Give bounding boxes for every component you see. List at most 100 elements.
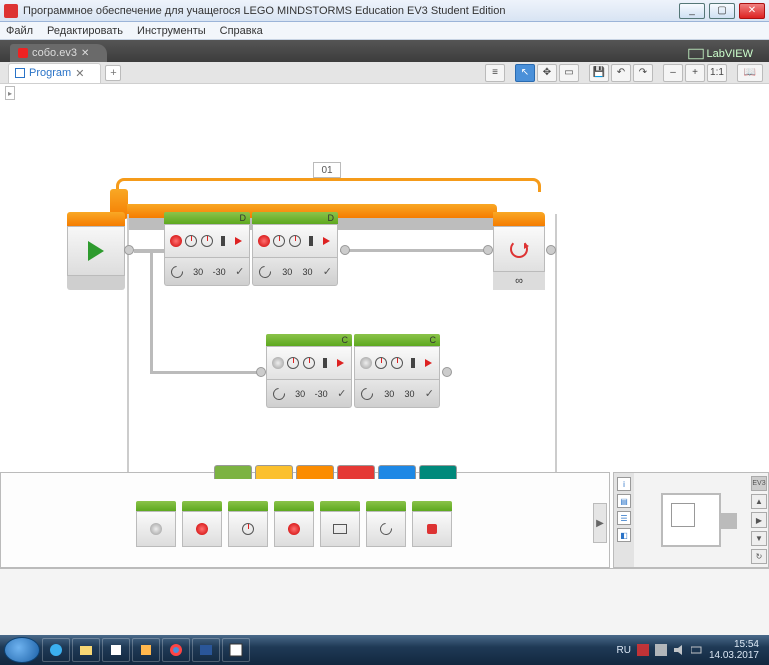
- menu-file[interactable]: Файл: [6, 25, 33, 37]
- param-3[interactable]: ✓: [337, 387, 346, 400]
- maximize-button[interactable]: ▢: [709, 3, 735, 19]
- system-tray: RU 15:54 14.03.2017: [616, 639, 765, 661]
- play-mini-icon: [235, 237, 242, 245]
- plug-loop-in[interactable]: [483, 245, 493, 255]
- motor-block-top-1[interactable]: D 30 -30 ✓: [164, 212, 250, 288]
- tray-network-icon[interactable]: [655, 644, 667, 656]
- hw-side-ports[interactable]: ▤: [617, 494, 631, 508]
- param-2[interactable]: -30: [315, 389, 328, 399]
- plug-bottom-out[interactable]: [442, 367, 452, 377]
- tray-volume-icon[interactable]: [673, 644, 685, 656]
- tray-flag-icon[interactable]: [637, 644, 649, 656]
- hw-side-available[interactable]: ◧: [617, 528, 631, 542]
- param-3[interactable]: ✓: [235, 265, 244, 278]
- menu-edit[interactable]: Редактировать: [47, 25, 123, 37]
- project-tab-close[interactable]: ✕: [81, 48, 89, 59]
- tool-zoom-in[interactable]: +: [685, 64, 705, 82]
- motor-icon: [360, 357, 372, 369]
- param-1[interactable]: 30: [193, 267, 203, 277]
- loop-label[interactable]: 01: [313, 162, 341, 178]
- param-1[interactable]: 30: [384, 389, 394, 399]
- palette-tab-flow[interactable]: [255, 465, 293, 479]
- palette-tab-data[interactable]: [337, 465, 375, 479]
- tool-redo[interactable]: ↷: [633, 64, 653, 82]
- palette-item-brick-led[interactable]: [412, 501, 452, 547]
- speed2-icon: [201, 235, 213, 247]
- palette-item-move-tank[interactable]: [274, 501, 314, 547]
- task-app-2[interactable]: [132, 638, 160, 662]
- palette-tab-myblocks[interactable]: [419, 465, 457, 479]
- wire-branch-v: [150, 251, 153, 371]
- tool-zoom-fit[interactable]: 1:1: [707, 64, 727, 82]
- canvas[interactable]: ▸ 01 D: [0, 84, 769, 569]
- param-2[interactable]: 30: [404, 389, 414, 399]
- hw-side-info[interactable]: i: [617, 477, 631, 491]
- close-button[interactable]: ✕: [739, 3, 765, 19]
- tray-clock[interactable]: 15:54 14.03.2017: [709, 639, 759, 661]
- wire-start: [134, 249, 164, 253]
- hw-side-brick[interactable]: ☰: [617, 511, 631, 525]
- task-chrome[interactable]: [162, 638, 190, 662]
- task-ie[interactable]: [42, 638, 70, 662]
- program-tab[interactable]: Program ✕: [8, 63, 101, 83]
- tool-pan[interactable]: ✥: [537, 64, 557, 82]
- project-tab[interactable]: собо.ev3 ✕: [10, 44, 107, 62]
- param-2[interactable]: 30: [302, 267, 312, 277]
- hw-refresh[interactable]: ↻: [751, 549, 767, 564]
- scroll-handle[interactable]: ▸: [5, 86, 15, 100]
- hw-side-tabs: i ▤ ☰ ◧: [614, 473, 634, 567]
- param-1[interactable]: 30: [282, 267, 292, 277]
- palette-item-move-steer[interactable]: [228, 501, 268, 547]
- task-ev3[interactable]: [222, 638, 250, 662]
- menu-tools[interactable]: Инструменты: [137, 25, 206, 37]
- tool-list[interactable]: ≡: [485, 64, 505, 82]
- add-tab-button[interactable]: +: [105, 65, 121, 81]
- palette-tab-action[interactable]: [214, 465, 252, 479]
- palette-tab-advanced[interactable]: [378, 465, 416, 479]
- port-label: C: [342, 335, 349, 345]
- palette-item-sound[interactable]: [366, 501, 406, 547]
- start-out-plug[interactable]: [124, 245, 134, 255]
- program-tab-label: Program: [29, 67, 71, 79]
- task-app-1[interactable]: [102, 638, 130, 662]
- palette-item-motor-med[interactable]: [136, 501, 176, 547]
- motor-block-bot-1[interactable]: C 30 -30 ✓: [266, 334, 352, 410]
- tool-save[interactable]: 💾: [589, 64, 609, 82]
- hw-badge: EV3: [751, 476, 767, 491]
- play-icon: [88, 241, 104, 261]
- task-explorer[interactable]: [72, 638, 100, 662]
- palette-item-motor-lg[interactable]: [182, 501, 222, 547]
- project-icon: [18, 48, 28, 58]
- loop-mode[interactable]: ∞: [515, 275, 523, 287]
- tool-help[interactable]: 📖: [737, 64, 763, 82]
- motor-block-bot-2[interactable]: C 30 30 ✓: [354, 334, 440, 410]
- hw-run[interactable]: ▶: [751, 512, 767, 527]
- hw-up[interactable]: ▲: [751, 494, 767, 509]
- param-1[interactable]: 30: [295, 389, 305, 399]
- task-word[interactable]: [192, 638, 220, 662]
- tool-pointer[interactable]: ↖: [515, 64, 535, 82]
- plug-bottom-in[interactable]: [256, 367, 266, 377]
- menu-help[interactable]: Справка: [220, 25, 263, 37]
- tray-battery-icon[interactable]: [691, 644, 703, 656]
- palette-item-display[interactable]: [320, 501, 360, 547]
- program-tab-close[interactable]: ✕: [75, 67, 84, 80]
- minimize-button[interactable]: _: [679, 3, 705, 19]
- param-3[interactable]: ✓: [323, 265, 332, 278]
- hw-down[interactable]: ▼: [751, 531, 767, 546]
- palette-tab-sensor[interactable]: [296, 465, 334, 479]
- tool-zoom-out[interactable]: –: [663, 64, 683, 82]
- tool-undo[interactable]: ↶: [611, 64, 631, 82]
- palette-scroll-right[interactable]: ▶: [593, 503, 607, 543]
- param-3[interactable]: ✓: [425, 387, 434, 400]
- bar-icon: [323, 358, 327, 368]
- tray-lang[interactable]: RU: [616, 645, 630, 656]
- plug-loop-out[interactable]: [546, 245, 556, 255]
- param-2[interactable]: -30: [213, 267, 226, 277]
- tool-select[interactable]: ▭: [559, 64, 579, 82]
- start-block[interactable]: [67, 212, 125, 290]
- motor-block-top-2[interactable]: D 30 30 ✓: [252, 212, 338, 288]
- start-button[interactable]: [4, 637, 40, 663]
- plug-mid-top[interactable]: [340, 245, 350, 255]
- loop-end-block[interactable]: ∞: [493, 212, 545, 290]
